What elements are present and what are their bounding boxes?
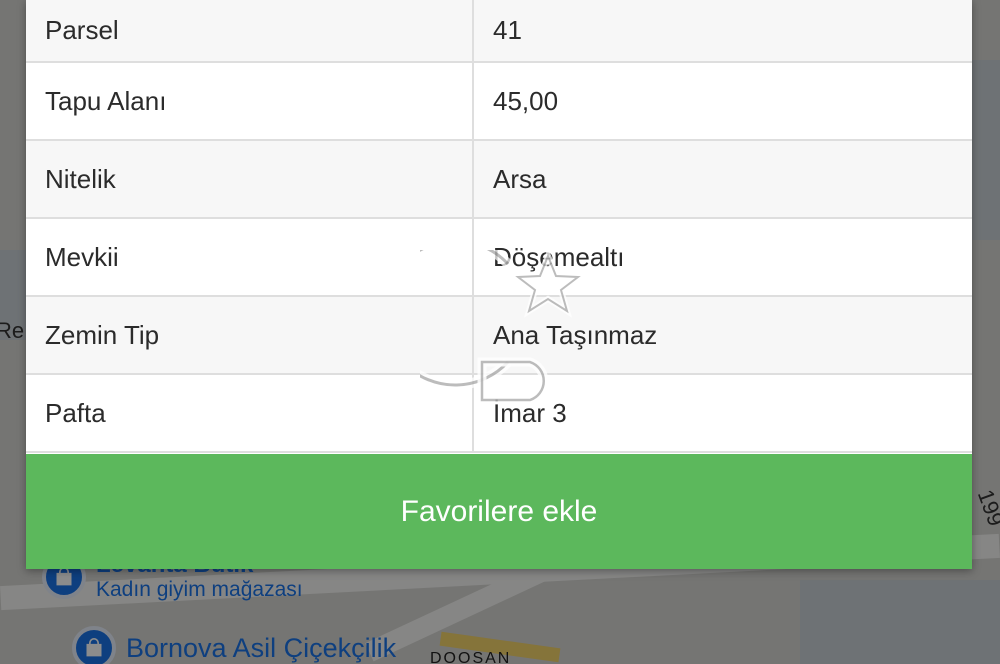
parcel-details-modal: Parsel 41 Tapu Alanı 45,00 Nitelik Arsa …	[26, 0, 972, 569]
row-value: Ana Taşınmaz	[473, 296, 972, 375]
row-value: Arsa	[473, 140, 972, 219]
table-row: Zemin Tip Ana Taşınmaz	[26, 296, 972, 375]
table-row: Tapu Alanı 45,00	[26, 62, 972, 141]
row-key: Zemin Tip	[26, 296, 474, 375]
row-key: Mevkii	[26, 218, 474, 297]
parcel-details-table: Parsel 41 Tapu Alanı 45,00 Nitelik Arsa …	[26, 0, 972, 453]
row-key: Pafta	[26, 374, 474, 453]
table-row: Parsel 41	[26, 0, 972, 63]
row-value: Döşemealtı	[473, 218, 972, 297]
add-to-favorites-button[interactable]: Favorilere ekle	[26, 454, 972, 569]
table-row: Nitelik Arsa	[26, 140, 972, 219]
row-key: Parsel	[26, 0, 474, 63]
row-value: 45,00	[473, 62, 972, 141]
row-value: 41	[473, 0, 972, 63]
row-key: Nitelik	[26, 140, 474, 219]
row-value: İmar 3	[473, 374, 972, 453]
table-row: Mevkii Döşemealtı	[26, 218, 972, 297]
table-row: Pafta İmar 3	[26, 374, 972, 453]
row-key: Tapu Alanı	[26, 62, 474, 141]
